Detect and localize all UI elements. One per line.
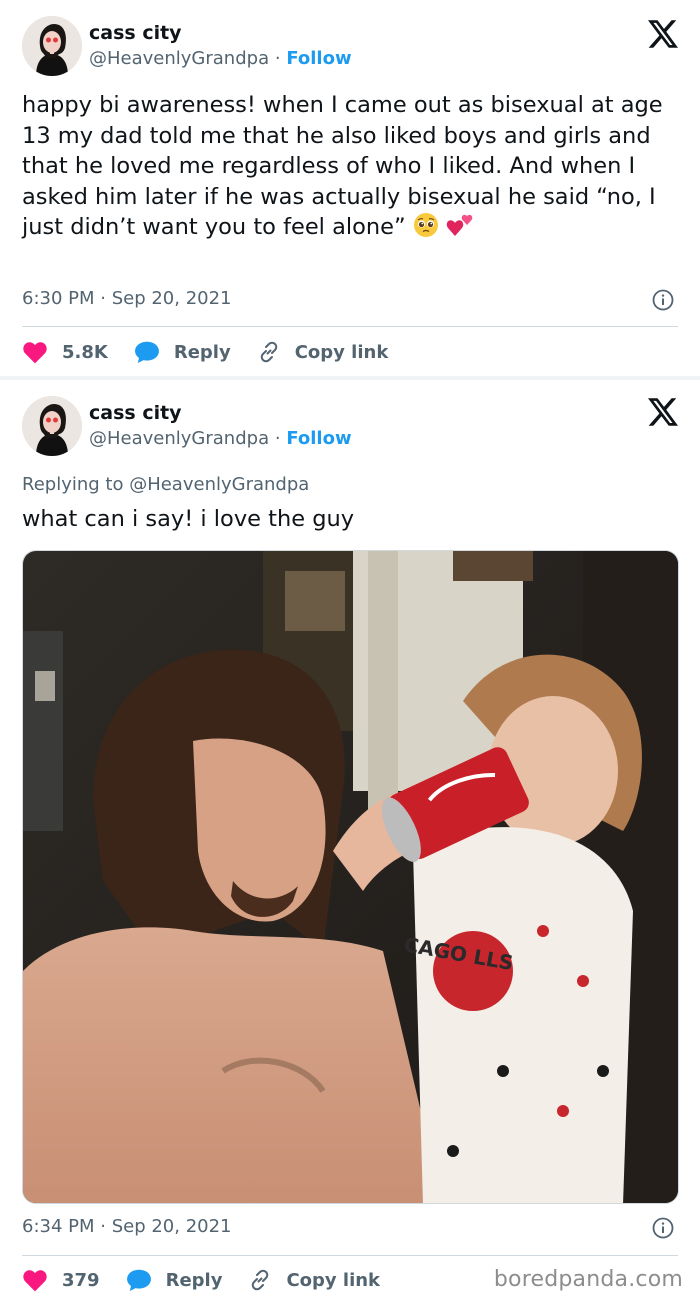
- photo-illustration: CAGO LLS: [23, 551, 678, 1203]
- handle[interactable]: @HeavenlyGrandpa: [89, 428, 269, 449]
- replying-to[interactable]: Replying to @HeavenlyGrandpa: [22, 474, 309, 495]
- tweet-text: what can i say! i love the guy: [22, 506, 355, 532]
- reply-label: Reply: [165, 1269, 223, 1291]
- separator: ·: [274, 428, 281, 449]
- x-logo-icon[interactable]: [648, 20, 678, 48]
- handle-row: @HeavenlyGrandpa · Follow: [89, 428, 352, 449]
- reply-button[interactable]: Reply: [134, 340, 231, 364]
- handle[interactable]: @HeavenlyGrandpa: [89, 48, 269, 69]
- divider: [22, 1255, 678, 1256]
- separator: ·: [274, 48, 281, 69]
- reply-bubble-icon: [126, 1269, 151, 1292]
- reply-button[interactable]: Reply: [126, 1268, 223, 1292]
- timestamp[interactable]: 6:34 PM · Sep 20, 2021: [22, 1216, 232, 1237]
- tweet-text: happy bi awareness! when I came out as b…: [22, 90, 687, 247]
- watermark: boredpanda.com: [493, 1267, 683, 1292]
- tweet-card-1: cass city @HeavenlyGrandpa · Follow happ…: [0, 0, 700, 378]
- timestamp[interactable]: 6:30 PM · Sep 20, 2021: [22, 288, 232, 309]
- two-hearts-emoji: [446, 212, 474, 247]
- info-icon[interactable]: [652, 1217, 674, 1239]
- avatar[interactable]: [22, 16, 82, 76]
- copy-link-label: Copy link: [286, 1269, 381, 1291]
- link-icon: [252, 1269, 269, 1291]
- follow-button[interactable]: Follow: [286, 48, 351, 69]
- follow-button[interactable]: Follow: [286, 428, 351, 449]
- pleading-face-emoji: [413, 212, 439, 247]
- divider: [22, 326, 678, 327]
- tweet-card-2: cass city @HeavenlyGrandpa · Follow Repl…: [0, 380, 700, 1308]
- like-button[interactable]: 379: [22, 1268, 100, 1292]
- like-count: 379: [62, 1269, 100, 1291]
- copy-link-label: Copy link: [294, 341, 389, 363]
- copy-link-button[interactable]: Copy link: [248, 1268, 380, 1292]
- handle-row: @HeavenlyGrandpa · Follow: [89, 48, 352, 69]
- copy-link-button[interactable]: Copy link: [257, 340, 389, 364]
- info-icon[interactable]: [652, 289, 674, 311]
- action-bar: 379 Reply Copy link: [22, 1265, 406, 1295]
- action-bar: 5.8K Reply Copy link: [22, 337, 414, 367]
- link-icon: [260, 341, 277, 363]
- reply-bubble-icon: [134, 341, 159, 364]
- tweet-photo[interactable]: CAGO LLS: [22, 550, 679, 1204]
- avatar[interactable]: [22, 396, 82, 456]
- x-logo-icon[interactable]: [648, 398, 678, 426]
- tweet-text-content: happy bi awareness! when I came out as b…: [22, 92, 663, 240]
- display-name[interactable]: cass city: [89, 402, 182, 424]
- like-count: 5.8K: [62, 341, 108, 363]
- reply-label: Reply: [173, 341, 231, 363]
- like-button[interactable]: 5.8K: [22, 340, 108, 364]
- heart-icon: [23, 342, 47, 364]
- heart-icon: [23, 1270, 47, 1292]
- display-name[interactable]: cass city: [89, 22, 182, 44]
